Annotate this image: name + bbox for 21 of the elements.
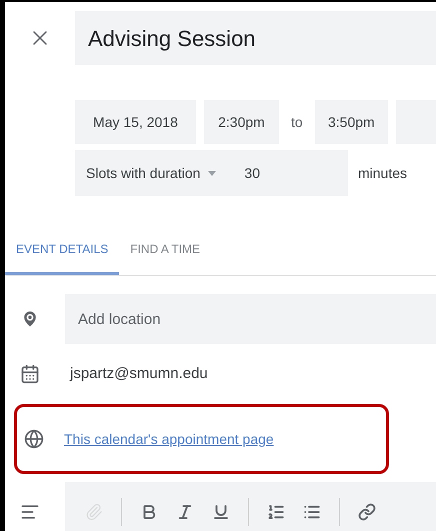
calendar-icon bbox=[20, 364, 40, 384]
underline-icon[interactable] bbox=[212, 503, 230, 521]
tab[interactable]: FIND A TIME bbox=[119, 240, 212, 275]
globe-icon bbox=[24, 429, 44, 449]
appointment-page-link[interactable]: This calendar's appointment page bbox=[64, 428, 274, 450]
link-icon[interactable] bbox=[358, 503, 376, 521]
calendar-owner: jspartz@smumn.edu bbox=[68, 364, 208, 384]
end-time-field[interactable]: 3:50pm bbox=[314, 100, 388, 144]
italic-icon[interactable] bbox=[176, 503, 194, 521]
date-field[interactable]: May 15, 2018 bbox=[75, 100, 196, 144]
start-time-field[interactable]: 2:30pm bbox=[204, 100, 280, 144]
bulleted-list-icon[interactable] bbox=[303, 503, 321, 521]
slot-mode-dropdown[interactable]: Slots with duration bbox=[75, 150, 216, 196]
tab[interactable]: EVENT DETAILS bbox=[5, 240, 120, 275]
caret-icon bbox=[208, 170, 216, 176]
separator-text: to bbox=[290, 112, 304, 132]
numbered-list-icon[interactable] bbox=[267, 503, 285, 521]
duration-field[interactable]: 30 bbox=[240, 162, 264, 184]
unit-label: minutes bbox=[358, 164, 408, 182]
title-field[interactable]: Advising Session bbox=[75, 11, 436, 65]
location-field[interactable]: Add location bbox=[65, 294, 436, 344]
